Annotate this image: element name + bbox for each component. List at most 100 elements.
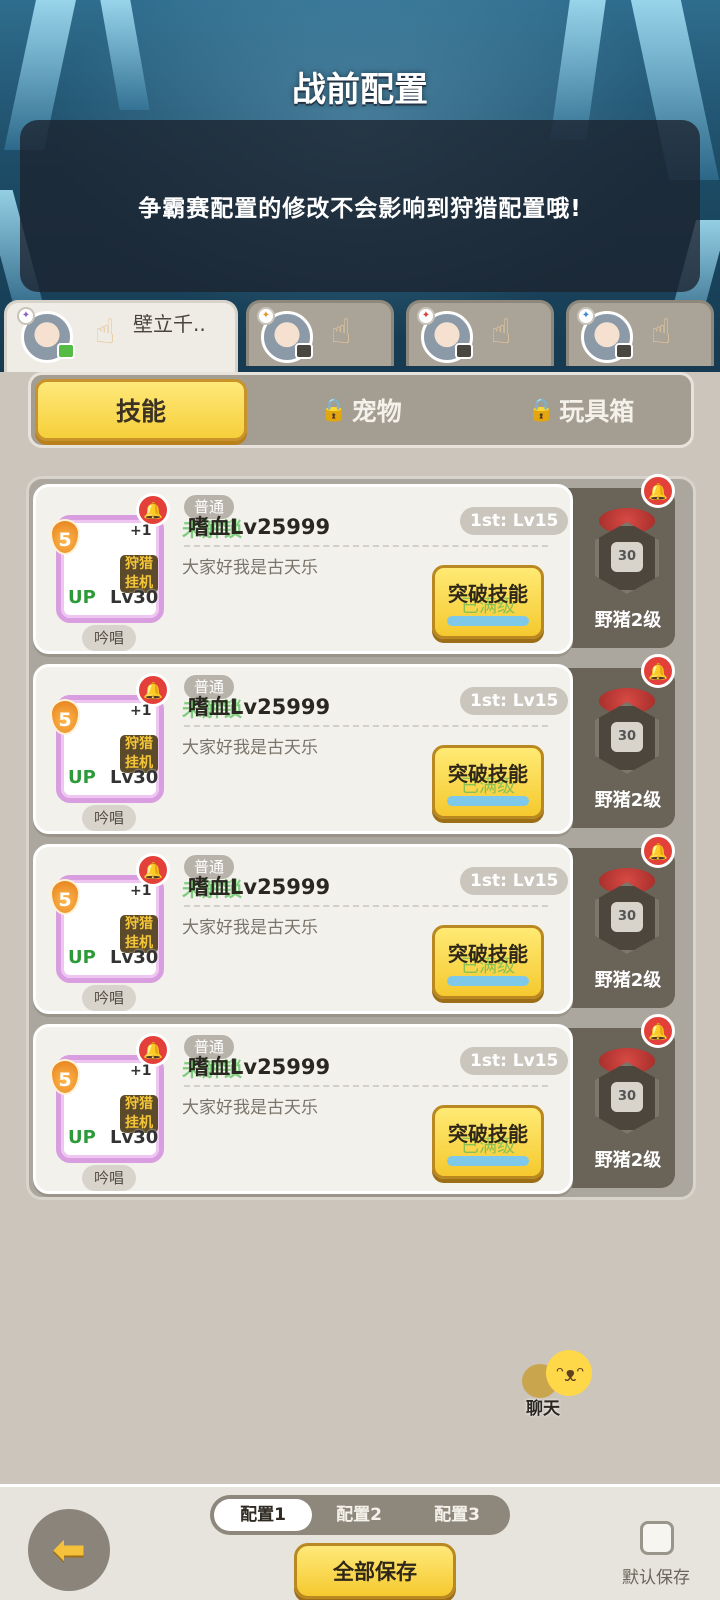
character-tab-4[interactable]: ✦ ☝ <box>566 300 714 366</box>
skill-card[interactable]: 5 🔔 +1 狩猎挂机 UP Lv30 吟唱 普通 未解锁 嗜血Lv25999 … <box>33 1024 573 1194</box>
status-icon <box>295 343 313 359</box>
tab-pets-label: 宠物 <box>351 397 402 426</box>
progress-bar <box>447 796 529 806</box>
breakthrough-label: 突破技能 <box>448 942 528 966</box>
skill-row: 30 野猪2级 🔔 5 🔔 +1 狩猎挂机 UP Lv30 吟唱 普通 未解锁 … <box>33 834 675 1014</box>
unlock-level: 30 <box>611 1082 643 1112</box>
tap-hand-icon: ☝ <box>94 312 116 352</box>
notice-box: 争霸赛配置的修改不会影响到狩猎配置哦! <box>20 120 700 292</box>
character-name: 壁立千.. <box>133 312 206 336</box>
skill-name: 嗜血Lv25999 <box>188 695 331 719</box>
status-icon <box>455 343 473 359</box>
tap-hand-icon: ☝ <box>650 312 672 352</box>
unlock-panel[interactable]: 30 野猪2级 🔔 <box>563 474 675 648</box>
unlock-panel[interactable]: 30 野猪2级 🔔 <box>563 834 675 1008</box>
up-tag: UP <box>68 947 96 968</box>
bell-icon: 🔔 <box>641 474 675 508</box>
character-tab-3[interactable]: ✦ ☝ <box>406 300 554 366</box>
chant-tag: 吟唱 <box>82 805 136 831</box>
skill-plus: +1 <box>130 883 152 899</box>
category-tabs: 技能 🔒 宠物 🔒 玩具箱 <box>28 372 694 448</box>
unlock-panel[interactable]: 30 野猪2级 🔔 <box>563 1014 675 1188</box>
up-tag: UP <box>68 587 96 608</box>
bell-icon: 🔔 <box>641 1014 675 1048</box>
unlock-requirement: 野猪2级 <box>594 790 662 811</box>
unlock-panel[interactable]: 30 野猪2级 🔔 <box>563 654 675 828</box>
tab-toybox-label: 玩具箱 <box>559 397 635 426</box>
skill-lv-tag: Lv30 <box>110 767 159 788</box>
skill-row: 30 野猪2级 🔔 5 🔔 +1 狩猎挂机 UP Lv30 吟唱 普通 未解锁 … <box>33 1014 675 1194</box>
default-save-checkbox[interactable] <box>640 1521 674 1555</box>
skill-lv-tag: Lv30 <box>110 947 159 968</box>
chat-label: 聊天 <box>526 1399 560 1419</box>
tab-skills[interactable]: 技能 <box>35 379 247 441</box>
rank-chip: 1st: Lv15 <box>460 1047 569 1075</box>
lock-icon: 🔒 <box>527 397 556 423</box>
back-button[interactable]: ⬅ <box>28 1509 110 1591</box>
unlock-requirement: 野猪2级 <box>594 970 662 991</box>
skill-name: 嗜血Lv25999 <box>188 1055 331 1079</box>
skill-description: 大家好我是古天乐 <box>182 1098 318 1118</box>
unlock-level: 30 <box>611 542 643 572</box>
character-tab-2[interactable]: ✦ ☝ <box>246 300 394 366</box>
smile-icon: ᵔᴥᵔ <box>556 1362 585 1386</box>
divider <box>184 905 548 907</box>
rank-chip: 1st: Lv15 <box>460 867 569 895</box>
up-tag: UP <box>68 1127 96 1148</box>
skill-card[interactable]: 5 🔔 +1 狩猎挂机 UP Lv30 吟唱 普通 未解锁 嗜血Lv25999 … <box>33 664 573 834</box>
preset-2-tab[interactable]: 配置2 <box>310 1499 408 1531</box>
unlock-requirement: 野猪2级 <box>594 610 662 631</box>
chant-tag: 吟唱 <box>82 985 136 1011</box>
breakthrough-label: 突破技能 <box>448 762 528 786</box>
bell-icon: 🔔 <box>641 834 675 868</box>
arrow-left-icon: ⬅ <box>52 1527 86 1573</box>
rank-chip: 1st: Lv15 <box>460 687 569 715</box>
default-save-label: 默认保存 <box>622 1568 690 1588</box>
breakthrough-button[interactable]: 已满级 突破技能 <box>432 1105 544 1179</box>
breakthrough-button[interactable]: 已满级 突破技能 <box>432 745 544 819</box>
chat-button[interactable]: ᵔᴥᵔ 聊天 <box>516 1344 596 1420</box>
tap-hand-icon: ☝ <box>490 312 512 352</box>
breakthrough-label: 突破技能 <box>448 582 528 606</box>
progress-bar <box>447 976 529 986</box>
tab-toybox[interactable]: 🔒 玩具箱 <box>491 379 671 441</box>
divider <box>184 1085 548 1087</box>
bell-icon: 🔔 <box>136 673 170 707</box>
lock-icon: 🔒 <box>320 397 348 423</box>
skill-name: 嗜血Lv25999 <box>188 875 331 899</box>
divider <box>184 725 548 727</box>
skill-name: 嗜血Lv25999 <box>188 515 331 539</box>
skill-plus: +1 <box>130 523 152 539</box>
skill-row: 30 野猪2级 🔔 5 🔔 +1 狩猎挂机 UP Lv30 吟唱 普通 未解锁 … <box>33 654 675 834</box>
preset-1-tab[interactable]: 配置1 <box>214 1499 312 1531</box>
bell-icon: 🔔 <box>136 493 170 527</box>
skill-plus: +1 <box>130 1063 152 1079</box>
save-all-button[interactable]: 全部保存 <box>294 1543 456 1599</box>
character-tab-1[interactable]: ✦ ☝ 壁立千.. <box>4 300 238 372</box>
preset-3-tab[interactable]: 配置3 <box>408 1499 506 1531</box>
skill-description: 大家好我是古天乐 <box>182 918 318 938</box>
element-badge-icon: ✦ <box>417 307 435 325</box>
tab-pets[interactable]: 🔒 宠物 <box>281 379 441 441</box>
rank-chip: 1st: Lv15 <box>460 507 569 535</box>
unlock-level: 30 <box>611 902 643 932</box>
progress-bar <box>447 1156 529 1166</box>
bell-icon: 🔔 <box>641 654 675 688</box>
skill-plus: +1 <box>130 703 152 719</box>
progress-bar <box>447 616 529 626</box>
preset-tabs: 配置1 配置2 配置3 <box>210 1495 510 1535</box>
notice-text: 争霸赛配置的修改不会影响到狩猎配置哦! <box>138 196 582 222</box>
page-title: 战前配置 <box>292 70 428 110</box>
element-badge-icon: ✦ <box>17 307 35 325</box>
skill-card[interactable]: 5 🔔 +1 狩猎挂机 UP Lv30 吟唱 普通 未解锁 嗜血Lv25999 … <box>33 844 573 1014</box>
skill-row: 30 野猪2级 🔔 5 🔔 +1 狩猎挂机 UP Lv30 吟唱 普通 未解锁 … <box>33 474 675 654</box>
bell-icon: 🔔 <box>136 853 170 887</box>
skill-card[interactable]: 5 🔔 +1 狩猎挂机 UP Lv30 吟唱 普通 未解锁 嗜血Lv25999 … <box>33 484 573 654</box>
breakthrough-button[interactable]: 已满级 突破技能 <box>432 565 544 639</box>
tap-hand-icon: ☝ <box>330 312 352 352</box>
chant-tag: 吟唱 <box>82 1165 136 1191</box>
bell-icon: 🔔 <box>136 1033 170 1067</box>
element-badge-icon: ✦ <box>257 307 275 325</box>
status-icon <box>615 343 633 359</box>
breakthrough-button[interactable]: 已满级 突破技能 <box>432 925 544 999</box>
